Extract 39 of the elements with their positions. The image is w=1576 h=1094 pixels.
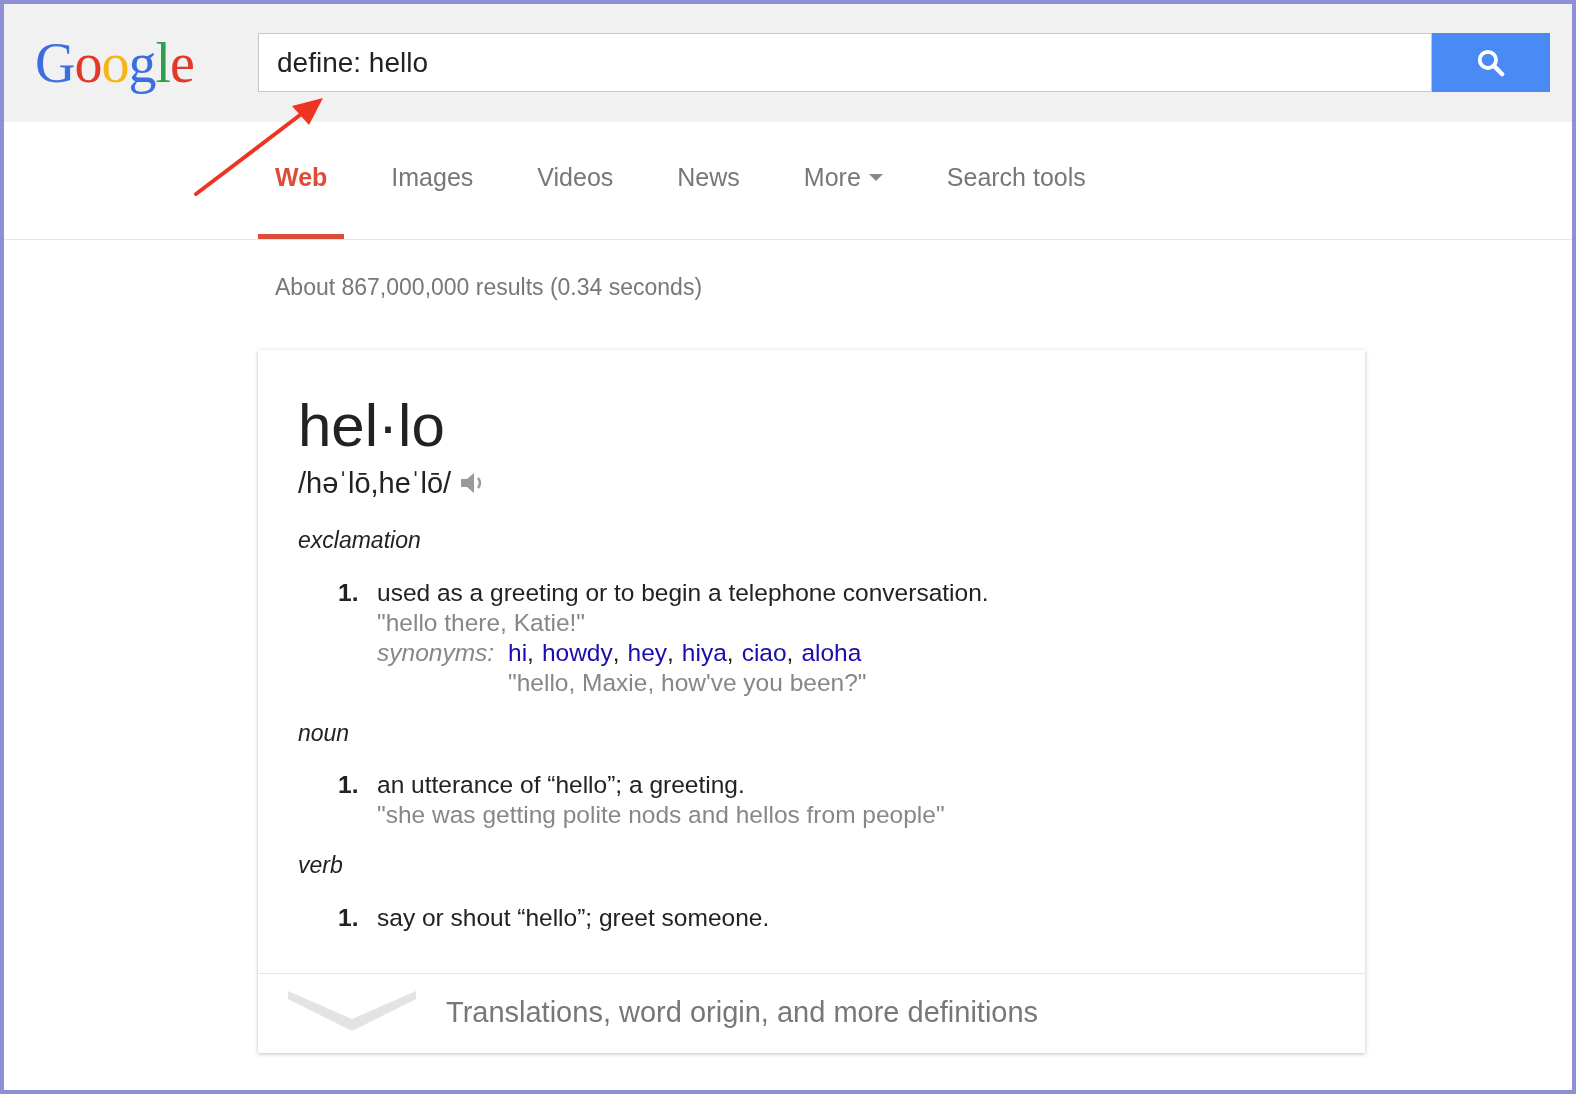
synonym-link[interactable]: hi xyxy=(508,637,528,668)
comma: , xyxy=(527,637,534,668)
synonym-link[interactable]: ciao xyxy=(741,637,787,668)
pronunciation: /həˈlō,heˈlō/ xyxy=(298,465,452,501)
part-of-speech: noun xyxy=(298,718,351,748)
usage-example: "hello, Maxie, how've you been?" xyxy=(508,667,867,698)
synonym-link[interactable]: aloha xyxy=(801,637,862,668)
result-stats: About 867,000,000 results (0.34 seconds) xyxy=(275,273,704,302)
logo[interactable]: Google xyxy=(35,33,225,93)
usage-example: "she was getting polite nods and hellos from people" xyxy=(377,800,945,830)
comma: , xyxy=(612,637,620,668)
synonyms-label: synonyms: xyxy=(377,637,496,668)
nav-tab[interactable]: Search tools xyxy=(929,122,1103,239)
synonym-link[interactable]: hey xyxy=(627,637,668,668)
synonym-link[interactable]: hiya xyxy=(681,637,727,668)
search-icon xyxy=(1476,47,1506,78)
more-definitions-bar[interactable]: Translations, word origin, and more definitions xyxy=(258,972,1365,1053)
synonym-link[interactable]: howdy xyxy=(541,637,613,668)
sense-number: 1. xyxy=(338,770,360,800)
search-button[interactable] xyxy=(1432,33,1550,92)
comma: , xyxy=(667,637,674,668)
nav-tab[interactable]: Images xyxy=(374,122,491,239)
usage-example: "hello there, Katie!" xyxy=(377,607,587,638)
sense-number: 1. xyxy=(338,577,360,608)
sense-definition: used as a greeting or to begin a telephone conversation. xyxy=(377,577,989,608)
sense-definition: an utterance of “hello”; a greeting. xyxy=(377,770,746,800)
more-definitions-link[interactable]: Translations, word origin, and more definitions xyxy=(446,991,1039,1035)
headword: hel·lo xyxy=(298,390,446,461)
part-of-speech: exclamation xyxy=(298,526,422,555)
comma: , xyxy=(786,637,794,668)
sense-definition: say or shout “hello”; greet someone. xyxy=(377,902,770,933)
comma: , xyxy=(726,637,734,668)
nav-tab[interactable]: News xyxy=(660,122,757,239)
nav-tab[interactable]: Web xyxy=(258,122,345,239)
sense-number: 1. xyxy=(338,902,360,933)
part-of-speech: verb xyxy=(298,851,344,880)
nav-tab[interactable]: Videos xyxy=(520,122,631,239)
search-field[interactable]: define: hello xyxy=(258,33,1432,92)
nav-tab[interactable]: More xyxy=(786,122,900,239)
